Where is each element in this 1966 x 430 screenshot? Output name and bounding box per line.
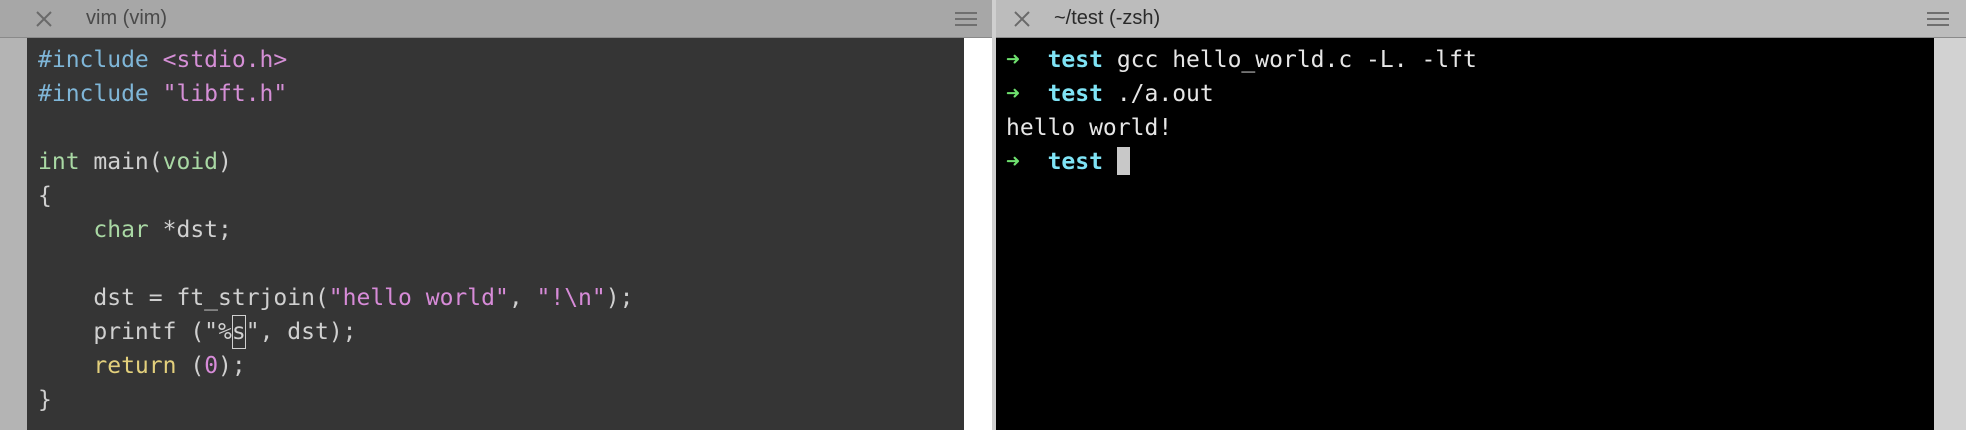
terminal-scrollbar[interactable] (1934, 38, 1966, 430)
vim-pane[interactable]: vim (vim) #include <stdio.h> #include "li… (0, 0, 996, 430)
code-token: ( (176, 353, 205, 379)
code-line: printf ("%s", dst); (38, 315, 964, 349)
zsh-pane[interactable]: ~/test (-zsh) ➜ test gcc hello_world.c -… (996, 0, 1966, 430)
code-token: #include (38, 81, 163, 107)
code-token: "!\n" (536, 285, 606, 311)
code-line: char *dst; (38, 213, 964, 247)
code-editor[interactable]: #include <stdio.h> #include "libft.h" int… (38, 38, 964, 430)
code-token: printf ("% (38, 319, 232, 345)
command-text: gcc hello_world.c -L. -lft (1116, 47, 1477, 73)
tab-menu-icon[interactable] (954, 10, 978, 28)
code-token: , (508, 285, 537, 311)
tab-title-vim[interactable]: vim (vim) (86, 7, 167, 30)
tab-title-zsh[interactable]: ~/test (-zsh) (1054, 7, 1160, 30)
code-token: #include (38, 47, 163, 73)
prompt-dir: test (1047, 47, 1103, 73)
code-token: int (38, 149, 80, 175)
code-token: dst = ft_strjoin( (38, 285, 329, 311)
close-tab-icon[interactable] (1012, 9, 1032, 29)
code-token: ) (218, 149, 232, 175)
close-tab-icon[interactable] (34, 9, 54, 29)
prompt-line: ➜ test (1006, 145, 1934, 179)
prompt-dir: test (1047, 149, 1103, 175)
code-token: } (38, 387, 52, 413)
code-line: #include <stdio.h> (38, 43, 964, 77)
code-token: return (93, 353, 177, 379)
prompt-arrow-icon: ➜ (1006, 81, 1020, 107)
prompt-dir: test (1047, 81, 1103, 107)
code-line: { (38, 179, 964, 213)
code-token: 0 (204, 353, 219, 379)
code-line: return (0); (38, 349, 964, 383)
code-line: #include "libft.h" (38, 77, 964, 111)
tab-bar-left: vim (vim) (0, 0, 996, 38)
tab-menu-icon[interactable] (1926, 10, 1950, 28)
code-token: ); (218, 353, 246, 379)
code-token: main( (79, 149, 163, 175)
code-token: <stdio.h> (162, 47, 288, 73)
terminal-window: vim (vim) #include <stdio.h> #include "li… (0, 0, 1966, 430)
prompt-line: ➜ test gcc hello_world.c -L. -lft (1006, 43, 1934, 77)
output-line: hello world! (1006, 111, 1934, 145)
terminal-cursor (1116, 147, 1130, 175)
text-cursor: s (231, 315, 246, 349)
code-token: void (162, 149, 219, 175)
code-line: int main(void) (38, 145, 964, 179)
tab-bar-right: ~/test (-zsh) (996, 0, 1966, 38)
prompt-arrow-icon: ➜ (1006, 149, 1020, 175)
prompt-arrow-icon: ➜ (1006, 47, 1020, 73)
code-token: { (38, 183, 52, 209)
command-text: ./a.out (1116, 81, 1214, 107)
code-token: char (93, 217, 149, 243)
left-edge-strip (0, 38, 27, 430)
output-text: hello world! (1006, 115, 1173, 141)
code-token: ", dst); (245, 319, 357, 345)
code-line: dst = ft_strjoin("hello world", "!\n"); (38, 281, 964, 315)
terminal-output[interactable]: ➜ test gcc hello_world.c -L. -lft ➜ test … (1006, 38, 1934, 430)
code-token: *dst; (148, 217, 232, 243)
code-token: "hello world" (328, 285, 509, 311)
code-token: ); (605, 285, 634, 311)
code-token: "libft.h" (162, 81, 288, 107)
prompt-line: ➜ test ./a.out (1006, 77, 1934, 111)
code-line: } (38, 383, 964, 417)
